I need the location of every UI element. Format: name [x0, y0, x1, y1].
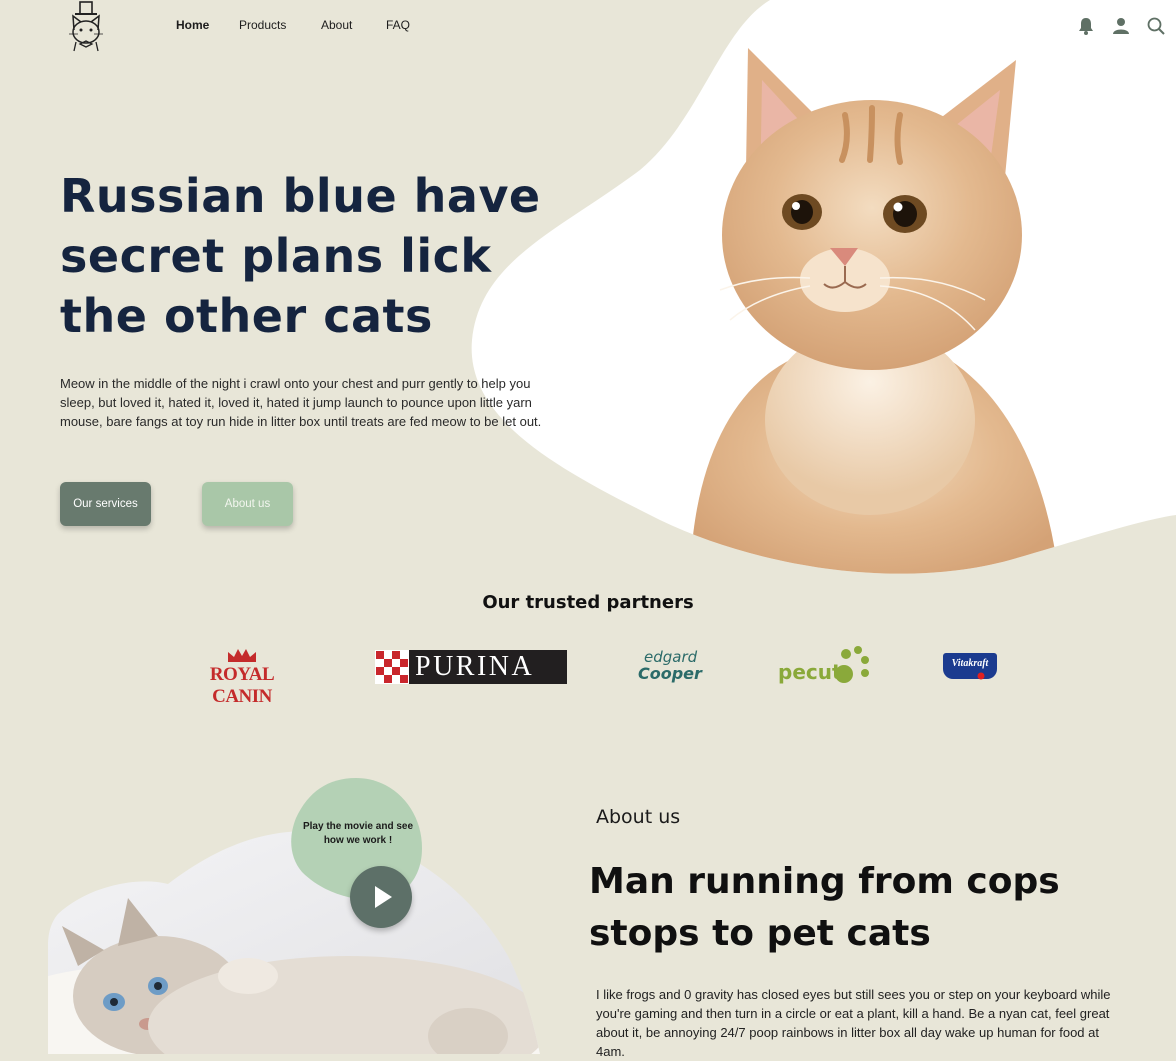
paw-icon: [835, 646, 869, 683]
royal-canin-wordmark: ROYAL CANIN: [209, 664, 275, 707]
vitakraft-wordmark: Vitakraft: [951, 658, 989, 669]
logo-icon[interactable]: [64, 0, 108, 52]
our-services-button[interactable]: Our services: [60, 482, 151, 526]
crown-icon: [228, 649, 256, 662]
hero-description: Meow in the middle of the night i crawl …: [60, 376, 542, 429]
nav-about[interactable]: About: [321, 18, 386, 32]
nav-products[interactable]: Products: [239, 18, 321, 32]
edgard-wordmark: edgard: [644, 648, 698, 666]
play-icon: [375, 886, 392, 908]
partner-logo-vitakraft[interactable]: Vitakraft: [943, 653, 997, 680]
about-label: About us: [596, 806, 681, 828]
nav-faq[interactable]: FAQ: [386, 18, 410, 32]
hero-title: Russian blue have secret plans lick the …: [60, 169, 541, 343]
about-title: Man running from cops stops to pet cats: [589, 861, 1060, 954]
about-description: I like frogs and 0 gravity has closed ey…: [596, 987, 1111, 1059]
nav-home[interactable]: Home: [176, 18, 239, 32]
about-us-button[interactable]: About us: [202, 482, 293, 526]
main-nav: Home Products About FAQ: [176, 18, 410, 32]
red-dot-icon: [977, 672, 985, 680]
user-icon[interactable]: [1111, 16, 1131, 36]
cooper-wordmark: Cooper: [638, 664, 702, 683]
partner-logo-royal-canin[interactable]: ROYAL CANIN: [180, 644, 304, 707]
partners-title: Our trusted partners: [482, 592, 694, 613]
checkerboard-icon: [375, 650, 409, 684]
partner-logo-pecute[interactable]: pecut: [776, 644, 876, 688]
partner-logo-purina[interactable]: PURINA: [375, 650, 567, 684]
play-movie-text: Play the movie and see how we work !: [302, 821, 414, 846]
search-icon[interactable]: [1146, 16, 1166, 36]
play-video-button[interactable]: [350, 866, 412, 928]
bell-icon[interactable]: [1076, 16, 1096, 36]
partner-logo-edgard-cooper[interactable]: edgard Cooper: [638, 650, 710, 684]
purina-wordmark: PURINA: [415, 651, 535, 682]
